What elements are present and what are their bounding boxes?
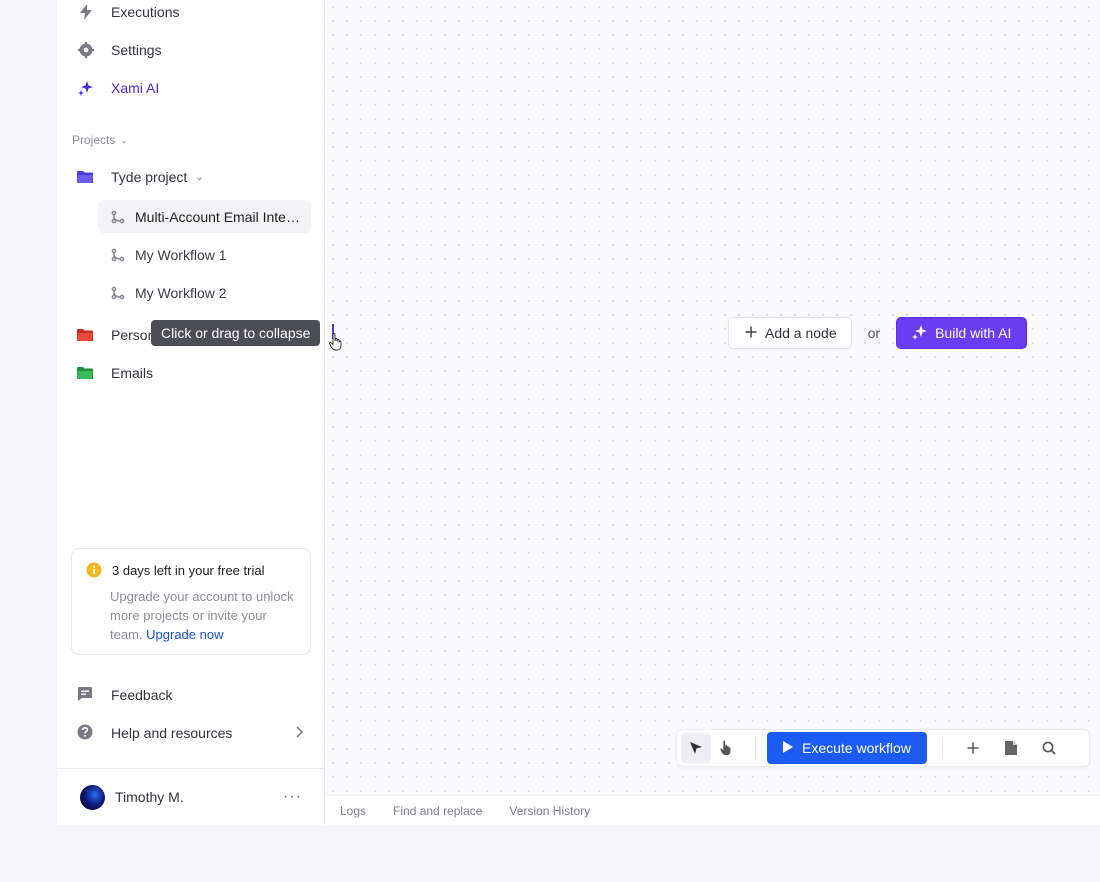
gear-icon <box>77 41 95 59</box>
build-with-ai-button[interactable]: Build with AI <box>896 317 1028 349</box>
sidebar-item-label: Executions <box>111 4 180 20</box>
folder-icon <box>77 364 95 382</box>
tab-version-history[interactable]: Version History <box>509 804 590 818</box>
sparkle-icon <box>912 324 928 343</box>
lightning-icon <box>77 3 95 21</box>
play-icon <box>783 740 793 756</box>
search-icon <box>1042 741 1056 755</box>
more-options-icon[interactable]: ··· <box>283 788 302 806</box>
sidebar-item-label: Xami AI <box>111 80 160 96</box>
folder-icon <box>77 326 95 344</box>
trial-card: 3 days left in your free trial Upgrade y… <box>71 548 311 655</box>
hand-cursor-icon <box>329 333 343 356</box>
workflow-canvas[interactable]: Add a node or Build with AI Execute work… <box>326 0 1100 795</box>
execute-workflow-button[interactable]: Execute workflow <box>767 732 927 764</box>
pointer-icon <box>690 742 702 754</box>
sidebar-item-feedback[interactable]: Feedback <box>77 680 303 710</box>
info-icon <box>86 562 102 578</box>
plus-icon <box>967 742 979 754</box>
workflow-item[interactable]: Multi-Account Email Integration <box>98 200 311 233</box>
collapse-tooltip: Click or drag to collapse <box>151 320 321 346</box>
project-emails[interactable]: Emails <box>77 358 153 388</box>
projects-section-label[interactable]: Projects ⌄ <box>72 133 128 147</box>
document-button[interactable] <box>996 733 1026 763</box>
toolbar-divider <box>941 737 943 759</box>
workflow-item[interactable]: My Workflow 1 <box>98 238 311 271</box>
help-icon <box>77 724 95 742</box>
project-label: Tyde project <box>111 169 188 185</box>
workflow-icon <box>111 286 125 300</box>
sidebar-item-label: Settings <box>111 42 162 58</box>
workflow-item[interactable]: My Workflow 2 <box>98 276 311 309</box>
bottom-panel-tabs: Logs Find and replace Version History <box>326 795 1100 825</box>
canvas-toolbar: Execute workflow <box>676 729 1090 767</box>
chevron-down-icon: ⌄ <box>195 171 204 183</box>
avatar <box>80 784 105 810</box>
user-profile-row[interactable]: Timothy M. ··· <box>57 768 325 825</box>
user-name: Timothy M. <box>115 789 184 805</box>
sidebar-item-label: Feedback <box>111 687 173 703</box>
feedback-icon <box>77 686 95 704</box>
project-label: Emails <box>111 365 154 381</box>
pan-tool-button[interactable] <box>711 733 741 763</box>
sidebar-item-help[interactable]: Help and resources <box>77 718 304 748</box>
chevron-right-icon <box>295 725 304 741</box>
sidebar: Executions Settings Xami AI Projects ⌄ T… <box>57 0 342 825</box>
project-tyde[interactable]: Tyde project ⌄ <box>77 162 204 192</box>
or-text: or <box>867 325 881 341</box>
sidebar-item-settings[interactable]: Settings <box>77 35 162 65</box>
workflow-label: My Workflow 2 <box>135 284 227 301</box>
workflow-icon <box>111 248 125 262</box>
empty-canvas-actions: Add a node or Build with AI <box>728 317 1028 349</box>
app-window: Executions Settings Xami AI Projects ⌄ T… <box>57 0 1100 825</box>
select-tool-button[interactable] <box>681 733 711 763</box>
workflow-label: Multi-Account Email Integration <box>135 208 305 225</box>
plus-icon <box>745 325 757 341</box>
document-icon <box>1004 741 1017 755</box>
add-button[interactable] <box>958 733 988 763</box>
sidebar-item-label: Help and resources <box>111 725 233 741</box>
sidebar-item-xami-ai[interactable]: Xami AI <box>77 73 159 103</box>
tab-logs[interactable]: Logs <box>340 804 366 818</box>
sparkle-icon <box>77 79 95 97</box>
hand-icon <box>720 740 731 756</box>
sidebar-item-executions[interactable]: Executions <box>77 0 179 27</box>
chevron-down-icon: ⌄ <box>120 134 128 145</box>
upgrade-now-link[interactable]: Upgrade now <box>146 627 223 642</box>
add-node-button[interactable]: Add a node <box>728 317 852 349</box>
workflow-icon <box>111 210 125 224</box>
workflow-label: My Workflow 1 <box>135 246 227 263</box>
folder-icon <box>77 168 95 186</box>
toolbar-divider <box>755 737 756 759</box>
trial-title: 3 days left in your free trial <box>112 562 265 578</box>
search-button[interactable] <box>1034 733 1064 763</box>
tab-find-and-replace[interactable]: Find and replace <box>393 804 482 818</box>
